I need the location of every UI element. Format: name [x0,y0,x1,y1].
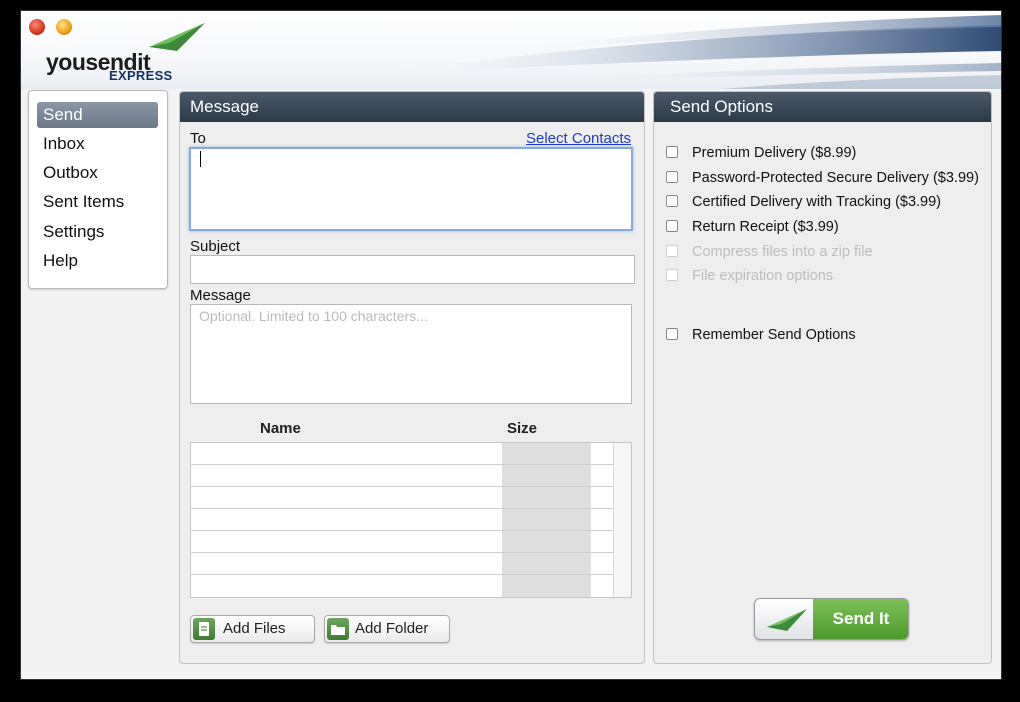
paper-plane-icon [767,609,807,631]
files-table: Name Size [190,420,632,598]
send-options-panel: Send Options Premium Delivery ($8.99) Pa… [653,91,992,664]
add-files-label: Add Files [223,620,286,637]
message-panel: Message To Select Contacts Subject Messa… [179,91,645,664]
table-row[interactable] [191,465,614,487]
files-scrollbar[interactable] [613,443,631,597]
paper-plane-logo-icon [149,23,205,51]
app-header: yousendit EXPRESS [21,11,1001,89]
checkbox[interactable] [666,220,678,232]
add-folder-label: Add Folder [355,620,429,637]
sidebar-item-send[interactable]: Send [37,102,158,128]
text-caret [200,151,201,167]
sidebar-item-settings[interactable]: Settings [37,219,158,245]
to-label: To [190,130,206,147]
table-row[interactable] [191,487,614,509]
sidebar-nav: Send Inbox Outbox Sent Items Settings He… [28,90,168,289]
sidebar-item-sent-items[interactable]: Sent Items [37,189,158,215]
option-label: File expiration options [692,268,834,284]
subject-label: Subject [190,238,241,255]
table-row[interactable] [191,443,614,465]
close-window-button[interactable] [29,19,45,35]
checkbox[interactable] [666,171,678,183]
send-it-label: Send It [813,599,908,639]
option-label: Premium Delivery ($8.99) [692,145,857,161]
table-row[interactable] [191,553,614,575]
checkbox[interactable] [666,146,678,158]
add-files-button[interactable]: Add Files [190,615,315,643]
table-row[interactable] [191,509,614,531]
checkbox[interactable] [666,328,678,340]
message-label: Message [190,287,251,304]
add-folder-icon [327,618,349,640]
send-options-title: Send Options [654,92,991,122]
checkbox [666,245,678,257]
option-label: Return Receipt ($3.99) [692,219,839,235]
app-logo-subtitle: EXPRESS [109,68,173,83]
checkbox[interactable] [666,195,678,207]
checkbox [666,269,678,281]
message-input[interactable]: Optional. Limited to 100 characters... [190,304,632,404]
send-it-button[interactable]: Send It [754,598,909,640]
table-row[interactable] [191,575,614,597]
subject-input[interactable] [190,255,635,284]
message-panel-title: Message [180,92,644,122]
app-window: yousendit EXPRESS Send Inbox Outbox Sent… [20,10,1002,680]
option-label: Certified Delivery with Tracking ($3.99) [692,194,942,210]
option-label: Password-Protected Secure Delivery ($3.9… [692,170,979,186]
option-label: Compress files into a zip file [692,244,873,260]
sidebar-item-inbox[interactable]: Inbox [37,131,158,157]
sidebar-item-help[interactable]: Help [37,248,158,274]
add-folder-button[interactable]: Add Folder [324,615,450,643]
column-header-size[interactable]: Size [507,420,537,437]
add-file-icon [193,618,215,640]
select-contacts-link[interactable]: Select Contacts [526,130,631,147]
column-header-name[interactable]: Name [260,420,301,437]
files-list[interactable] [190,442,632,598]
option-label: Remember Send Options [692,327,856,343]
table-row[interactable] [191,531,614,553]
message-input-placeholder: Optional. Limited to 100 characters... [199,308,428,324]
sidebar-item-outbox[interactable]: Outbox [37,160,158,186]
minimize-window-button[interactable] [56,19,72,35]
to-input[interactable] [189,147,633,231]
